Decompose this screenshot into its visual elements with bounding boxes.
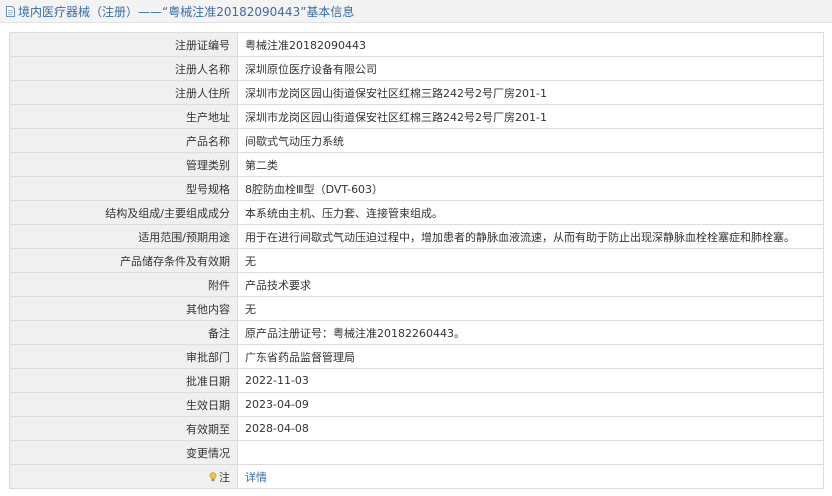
- detail-link[interactable]: 详情: [245, 471, 267, 484]
- field-label: 管理类别: [9, 152, 238, 177]
- field-value: 深圳市龙岗区园山街道保安社区红棉三路242号2号厂房201-1: [237, 104, 824, 129]
- note-label: 注: [219, 470, 230, 484]
- table-row: 注册证编号 粤械注准20182090443: [9, 32, 824, 57]
- note-label-cell: 注: [9, 464, 238, 489]
- field-value: 深圳原位医疗设备有限公司: [237, 56, 824, 81]
- field-label: 注册人名称: [9, 56, 238, 81]
- field-label: 附件: [9, 272, 238, 297]
- table-row: 生效日期 2023-04-09: [9, 392, 824, 417]
- table-row: 有效期至 2028-04-08: [9, 416, 824, 441]
- table-row: 审批部门 广东省药品监督管理局: [9, 344, 824, 369]
- field-label: 产品储存条件及有效期: [9, 248, 238, 273]
- page-title: 境内医疗器械（注册）——“粤械注准20182090443”基本信息: [18, 4, 355, 19]
- table-row: 变更情况: [9, 440, 824, 465]
- field-value: 2028-04-08: [237, 416, 824, 441]
- field-value: 原产品注册证号：粤械注准20182260443。: [237, 320, 824, 345]
- table-row: 管理类别 第二类: [9, 152, 824, 177]
- lightbulb-icon: [209, 471, 217, 481]
- field-value: 用于在进行间歇式气动压迫过程中，增加患者的静脉血液流速，从而有助于防止出现深静脉…: [237, 224, 824, 249]
- field-label: 生效日期: [9, 392, 238, 417]
- info-table: 注册证编号 粤械注准20182090443 注册人名称 深圳原位医疗设备有限公司…: [9, 32, 824, 489]
- note-row: 注 详情: [9, 464, 824, 489]
- table-row: 型号规格 8腔防血栓Ⅲ型（DVT-603）: [9, 176, 824, 201]
- field-label: 型号规格: [9, 176, 238, 201]
- note-value: 详情: [237, 464, 824, 489]
- field-value: 广东省药品监督管理局: [237, 344, 824, 369]
- field-label: 注册证编号: [9, 32, 238, 57]
- field-label: 适用范围/预期用途: [9, 224, 238, 249]
- field-label: 变更情况: [9, 440, 238, 465]
- field-label: 注册人住所: [9, 80, 238, 105]
- table-row: 适用范围/预期用途 用于在进行间歇式气动压迫过程中，增加患者的静脉血液流速，从而…: [9, 224, 824, 249]
- field-value: 第二类: [237, 152, 824, 177]
- field-label: 备注: [9, 320, 238, 345]
- table-row: 附件 产品技术要求: [9, 272, 824, 297]
- field-label: 有效期至: [9, 416, 238, 441]
- document-icon: [6, 5, 15, 17]
- field-value: 2023-04-09: [237, 392, 824, 417]
- field-value: 本系统由主机、压力套、连接管束组成。: [237, 200, 824, 225]
- table-row: 其他内容 无: [9, 296, 824, 321]
- field-value: 8腔防血栓Ⅲ型（DVT-603）: [237, 176, 824, 201]
- field-value: 无: [237, 296, 824, 321]
- table-row: 结构及组成/主要组成成分 本系统由主机、压力套、连接管束组成。: [9, 200, 824, 225]
- table-row: 批准日期 2022-11-03: [9, 368, 824, 393]
- field-label: 生产地址: [9, 104, 238, 129]
- table-row: 产品储存条件及有效期 无: [9, 248, 824, 273]
- table-row: 备注 原产品注册证号：粤械注准20182260443。: [9, 320, 824, 345]
- field-value: 间歇式气动压力系统: [237, 128, 824, 153]
- field-value: 无: [237, 248, 824, 273]
- table-row: 注册人名称 深圳原位医疗设备有限公司: [9, 56, 824, 81]
- field-label: 审批部门: [9, 344, 238, 369]
- field-value: 产品技术要求: [237, 272, 824, 297]
- field-value: 深圳市龙岗区园山街道保安社区红棉三路242号2号厂房201-1: [237, 80, 824, 105]
- field-label: 结构及组成/主要组成成分: [9, 200, 238, 225]
- title-bar: 境内医疗器械（注册）——“粤械注准20182090443”基本信息: [0, 0, 832, 23]
- field-value: 粤械注准20182090443: [237, 32, 824, 57]
- field-label: 批准日期: [9, 368, 238, 393]
- table-row: 产品名称 间歇式气动压力系统: [9, 128, 824, 153]
- field-value: [237, 440, 824, 465]
- field-label: 其他内容: [9, 296, 238, 321]
- field-label: 产品名称: [9, 128, 238, 153]
- table-row: 生产地址 深圳市龙岗区园山街道保安社区红棉三路242号2号厂房201-1: [9, 104, 824, 129]
- field-value: 2022-11-03: [237, 368, 824, 393]
- table-row: 注册人住所 深圳市龙岗区园山街道保安社区红棉三路242号2号厂房201-1: [9, 80, 824, 105]
